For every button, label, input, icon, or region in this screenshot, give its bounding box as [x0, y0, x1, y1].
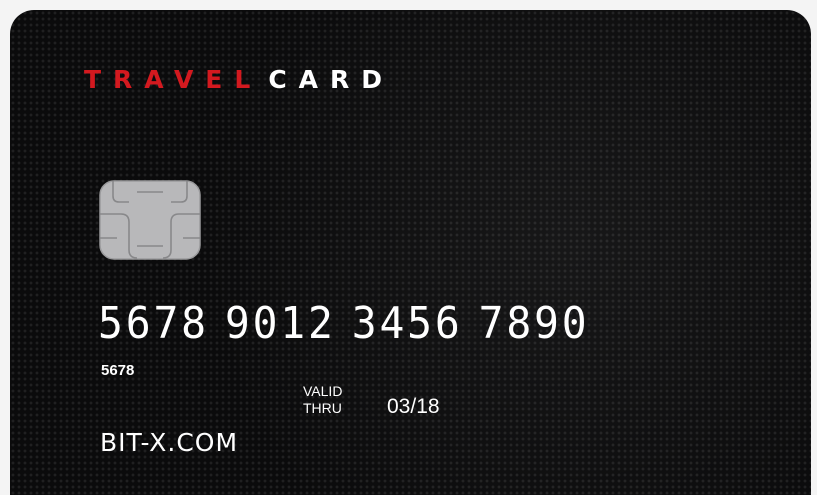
valid-label: VALID	[303, 383, 343, 399]
travel-card: TRAVEL CARD 5678 9012 3456 7890 5678 VALID T…	[10, 10, 811, 495]
card-number-group: 5678	[98, 298, 209, 349]
brand-word-card: CARD	[268, 65, 395, 94]
chip-icon	[99, 180, 201, 260]
card-number-group: 9012	[224, 298, 336, 349]
card-brand: TRAVEL CARD	[84, 65, 394, 94]
website: BIT-X.COM	[100, 428, 239, 457]
card-number-group: 3456	[351, 298, 463, 349]
card-number: 5678 9012 3456 7890	[98, 298, 590, 349]
expiry-date: 03/18	[387, 395, 440, 418]
thru-label: THRU	[303, 400, 342, 416]
card-number-group: 7890	[478, 298, 590, 349]
valid-thru-label: VALID THRU	[303, 383, 342, 417]
card-number-short: 5678	[101, 362, 135, 379]
brand-word-travel: TRAVEL	[84, 65, 263, 94]
